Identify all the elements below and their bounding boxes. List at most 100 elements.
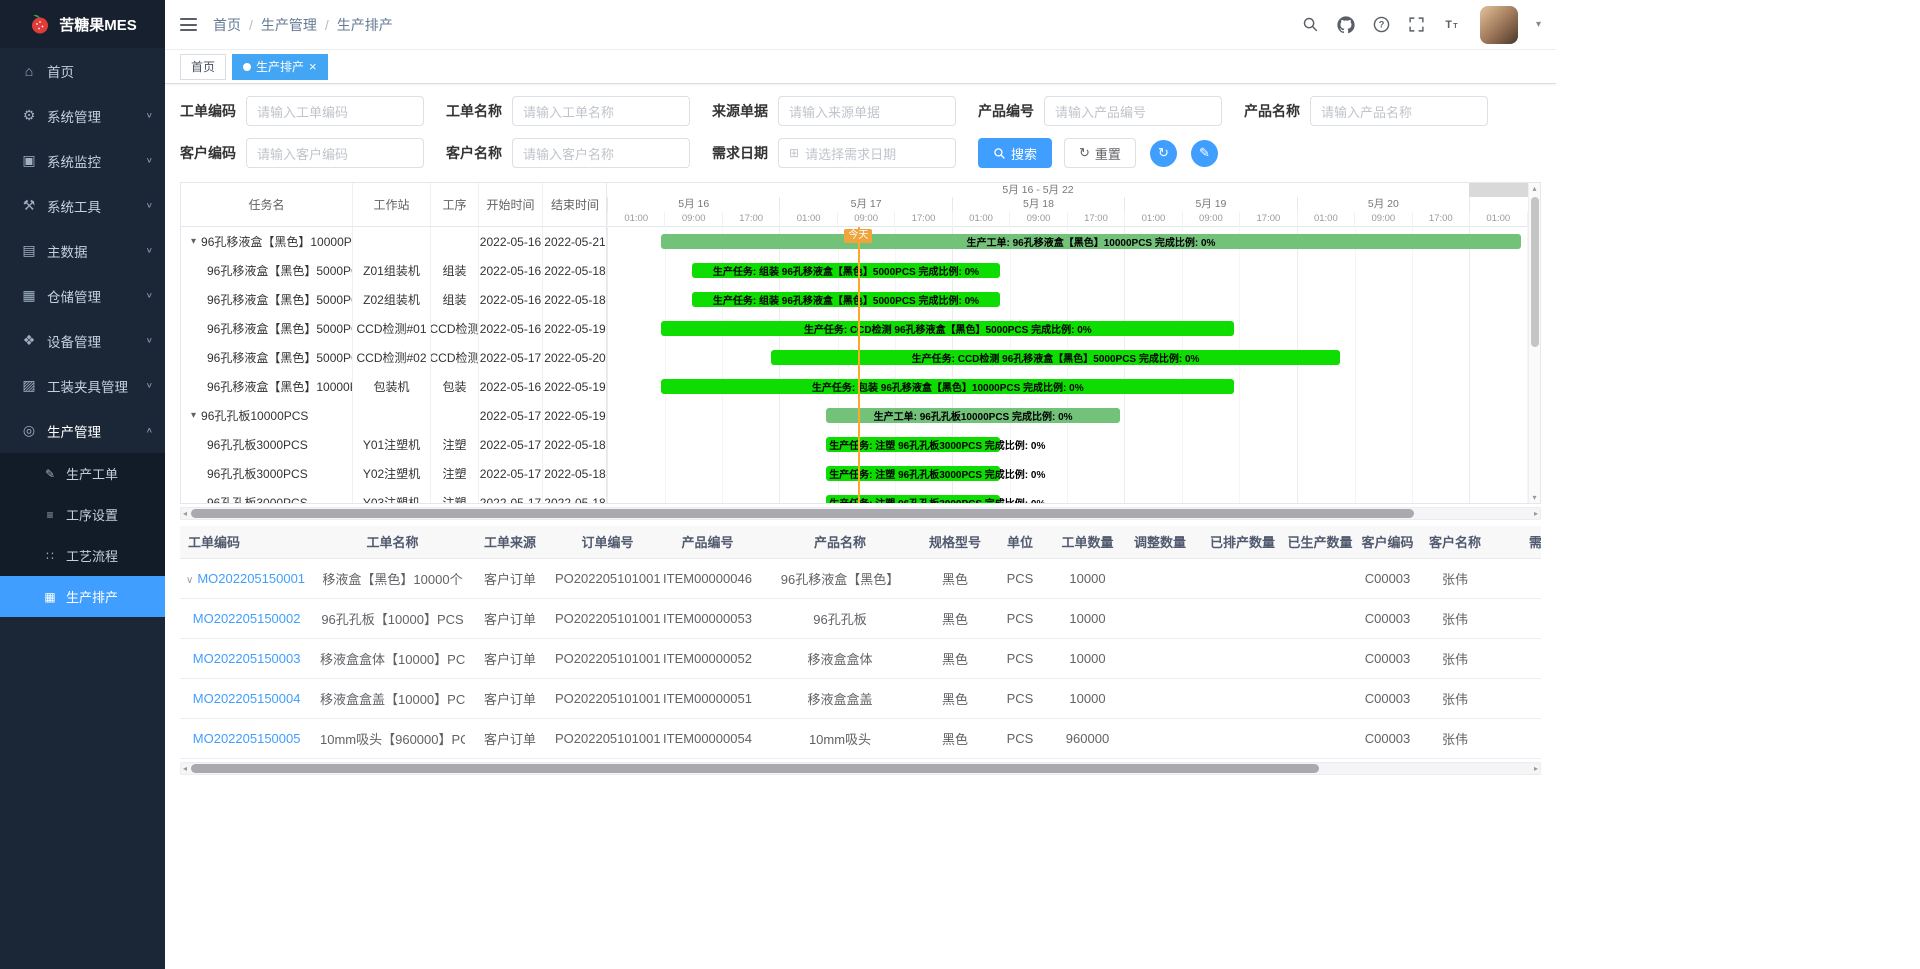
gantt-task-row[interactable]: 96孔移液盒【黑色】5000PCSCCD检测#02CCD检测2022-05-17…	[181, 343, 606, 372]
sidebar-item-production-order[interactable]: ✎生产工单	[0, 453, 165, 494]
gantt-hscroll-thumb[interactable]	[191, 509, 1414, 518]
gantt-task-row[interactable]: 96孔孔板3000PCSY02注塑机注塑2022-05-172022-05-18	[181, 459, 606, 488]
customer-name-input[interactable]: 请输入客户名称	[512, 138, 690, 168]
unit-cell: PCS	[985, 598, 1055, 638]
order-code-link[interactable]: MO202205150002	[193, 611, 301, 626]
gantt-task-row[interactable]: 96孔孔板3000PCSY01注塑机注塑2022-05-172022-05-18	[181, 430, 606, 459]
gantt-task-bar[interactable]: 生产任务: 组装 96孔移液盒【黑色】5000PCS 完成比例: 0%	[692, 263, 1001, 278]
gantt-task-bar[interactable]: 生产任务: 注塑 96孔孔板3000PCS 完成比例: 0%	[826, 466, 1000, 481]
reset-button[interactable]: ↻重置	[1064, 138, 1136, 168]
filter-group-work-order-code: 工单编码请输入工单编码	[180, 96, 424, 126]
github-icon[interactable]	[1337, 16, 1355, 34]
gantt-task-row[interactable]: 96孔移液盒【黑色】5000PCSZ02组装机组装2022-05-162022-…	[181, 285, 606, 314]
order-row[interactable]: MO202205150003移液盒盒体【10000】PCS客户订单PO20220…	[180, 638, 1541, 678]
order-code-link[interactable]: MO202205150003	[193, 651, 301, 666]
gantt-task-bar[interactable]: 生产任务: 包装 96孔移液盒【黑色】10000PCS 完成比例: 0%	[661, 379, 1234, 394]
app-logo[interactable]: 苦糖果MES	[0, 0, 165, 48]
triangle-down-icon[interactable]: ▾	[191, 236, 196, 247]
work-order-name-input[interactable]: 请输入工单名称	[512, 96, 690, 126]
sidebar-item-process-setting[interactable]: ≡工序设置	[0, 494, 165, 535]
product-code-input[interactable]: 请输入产品编号	[1044, 96, 1222, 126]
gantt-col-header: 工序	[431, 183, 479, 226]
sidebar-item-process-flow[interactable]: ∷工艺流程	[0, 535, 165, 576]
gantt-task-bar[interactable]: 生产任务: 注塑 96孔孔板3000PCS 完成比例: 0%	[826, 437, 1000, 452]
scroll-right-icon[interactable]: ▸	[1534, 508, 1538, 519]
orders-hscroll-thumb[interactable]	[191, 764, 1319, 773]
sidebar-item-master-data[interactable]: ▤主数据∨	[0, 228, 165, 273]
sidebar-item-warehouse-mgmt[interactable]: ▦仓储管理∨	[0, 273, 165, 318]
sidebar-item-system-tools[interactable]: ⚒系统工具∨	[0, 183, 165, 228]
gantt-task-bar[interactable]: 生产任务: 注塑 96孔孔板3000PCS 完成比例: 0%	[826, 495, 1000, 503]
gantt-task-row[interactable]: 96孔移液盒【黑色】10000PCS包装机包装2022-05-162022-05…	[181, 372, 606, 401]
refresh-circle-button[interactable]: ↻	[1150, 140, 1177, 167]
order-row[interactable]: MO202205150004移液盒盒盖【10000】PCS客户订单PO20220…	[180, 678, 1541, 718]
breadcrumb-item[interactable]: 首页	[213, 15, 241, 35]
gantt-task-row[interactable]: 96孔孔板3000PCSY03注塑机注塑2022-05-172022-05-18	[181, 488, 606, 503]
search-icon[interactable]	[1302, 16, 1319, 33]
work-orders-table: 工单编码工单名称工单来源订单编号产品编号产品名称规格型号单位工单数量调整数量已排…	[180, 526, 1541, 759]
gantt-task-bar[interactable]: 生产任务: 组装 96孔移液盒【黑色】5000PCS 完成比例: 0%	[692, 292, 1001, 307]
orders-col-header: 已生产数量	[1285, 526, 1355, 558]
sidebar-item-home[interactable]: ⌂首页	[0, 48, 165, 93]
order-row[interactable]: MO20220515000510mm吸头【960000】PCS客户订单PO202…	[180, 718, 1541, 758]
sidebar-item-system-monitor[interactable]: ▣系统监控∨	[0, 138, 165, 183]
gantt-range-row: 5月 16 - 5月 22	[607, 183, 1528, 197]
order-row[interactable]: MO20220515000296孔孔板【10000】PCS客户订单PO20220…	[180, 598, 1541, 638]
product-name-input[interactable]: 请输入产品名称	[1310, 96, 1488, 126]
tab-close-icon[interactable]: ×	[309, 60, 317, 73]
triangle-down-icon[interactable]: ▾	[191, 410, 196, 421]
gantt-task-row[interactable]: ▾96孔孔板10000PCS2022-05-172022-05-19	[181, 401, 606, 430]
vertical-scroll-thumb[interactable]	[1531, 197, 1539, 347]
gantt-vertical-scrollbar[interactable]: ▴ ▾	[1528, 183, 1540, 503]
scroll-down-icon[interactable]: ▾	[1529, 493, 1540, 502]
item-no-cell: ITEM00000046	[660, 558, 755, 598]
row-expand-spacer	[186, 735, 189, 746]
search-button[interactable]: 搜索	[978, 138, 1052, 168]
edit-circle-button[interactable]: ✎	[1191, 140, 1218, 167]
gantt-task-bar[interactable]: 生产任务: CCD检测 96孔移液盒【黑色】5000PCS 完成比例: 0%	[661, 321, 1234, 336]
avatar[interactable]	[1480, 6, 1518, 44]
gantt-task-bar[interactable]: 生产任务: CCD检测 96孔移液盒【黑色】5000PCS 完成比例: 0%	[771, 350, 1340, 365]
sidebar-submenu: ✎生产工单≡工序设置∷工艺流程▦生产排产	[0, 453, 165, 617]
hamburger-icon[interactable]	[180, 18, 197, 31]
customer-code-input[interactable]: 请输入客户编码	[246, 138, 424, 168]
work-order-code-input[interactable]: 请输入工单编码	[246, 96, 424, 126]
order-code-link[interactable]: MO202205150005	[193, 731, 301, 746]
help-icon[interactable]: ?	[1373, 16, 1390, 33]
order-code-link[interactable]: MO202205150001	[197, 571, 305, 586]
scroll-left-icon[interactable]: ◂	[183, 508, 187, 519]
tab-生产排产[interactable]: 生产排产×	[232, 54, 328, 80]
scroll-right-icon[interactable]: ▸	[1534, 763, 1538, 774]
product-code-placeholder: 请输入产品编号	[1055, 102, 1146, 121]
sidebar-item-equipment-mgmt[interactable]: ❖设备管理∨	[0, 318, 165, 363]
orders-horizontal-scrollbar[interactable]: ◂ ▸	[180, 762, 1541, 775]
sidebar-item-production-schedule[interactable]: ▦生产排产	[0, 576, 165, 617]
breadcrumb-item[interactable]: 生产排产	[337, 15, 393, 35]
row-expand-chevron-icon[interactable]: ∨	[186, 575, 193, 586]
order-no-cell: PO202205101001	[555, 598, 660, 638]
font-size-icon[interactable]: TT	[1443, 16, 1462, 33]
breadcrumb-item[interactable]: 生产管理	[261, 15, 317, 35]
tab-首页[interactable]: 首页	[180, 54, 226, 80]
gantt-task-row[interactable]: 96孔移液盒【黑色】5000PCSCCD检测#01CCD检测2022-05-16…	[181, 314, 606, 343]
avatar-caret-down-icon[interactable]: ▾	[1536, 19, 1541, 30]
gantt-col-header: 任务名	[181, 183, 353, 226]
task-name-cell: 96孔孔板3000PCS	[181, 459, 353, 488]
order-row[interactable]: ∨MO202205150001移液盒【黑色】10000个客户订单PO202205…	[180, 558, 1541, 598]
order-code-link[interactable]: MO202205150004	[193, 691, 301, 706]
source-doc-input[interactable]: 请输入来源单据	[778, 96, 956, 126]
scroll-up-icon[interactable]: ▴	[1529, 184, 1540, 193]
order-no-cell: PO202205101001	[555, 638, 660, 678]
sidebar-item-production-mgmt[interactable]: ◎生产管理∧	[0, 408, 165, 453]
chevron-down-icon: ∨	[146, 156, 153, 164]
due-date-input[interactable]: ⊞请选择需求日期	[778, 138, 956, 168]
gantt-horizontal-scrollbar[interactable]: ◂ ▸	[180, 507, 1541, 520]
gantt-order-bar[interactable]: 生产工单: 96孔移液盒【黑色】10000PCS 完成比例: 0%	[661, 234, 1520, 249]
scroll-left-icon[interactable]: ◂	[183, 763, 187, 774]
fullscreen-icon[interactable]	[1408, 16, 1425, 33]
gantt-task-row[interactable]: 96孔移液盒【黑色】5000PCSZ01组装机组装2022-05-162022-…	[181, 256, 606, 285]
sidebar-item-fixture-mgmt[interactable]: ▨工装夹具管理∨	[0, 363, 165, 408]
gantt-order-bar[interactable]: 生产工单: 96孔孔板10000PCS 完成比例: 0%	[826, 408, 1120, 423]
gantt-task-row[interactable]: ▾96孔移液盒【黑色】10000PCS2022-05-162022-05-21	[181, 227, 606, 256]
sidebar-item-system-mgmt[interactable]: ⚙系统管理∨	[0, 93, 165, 138]
